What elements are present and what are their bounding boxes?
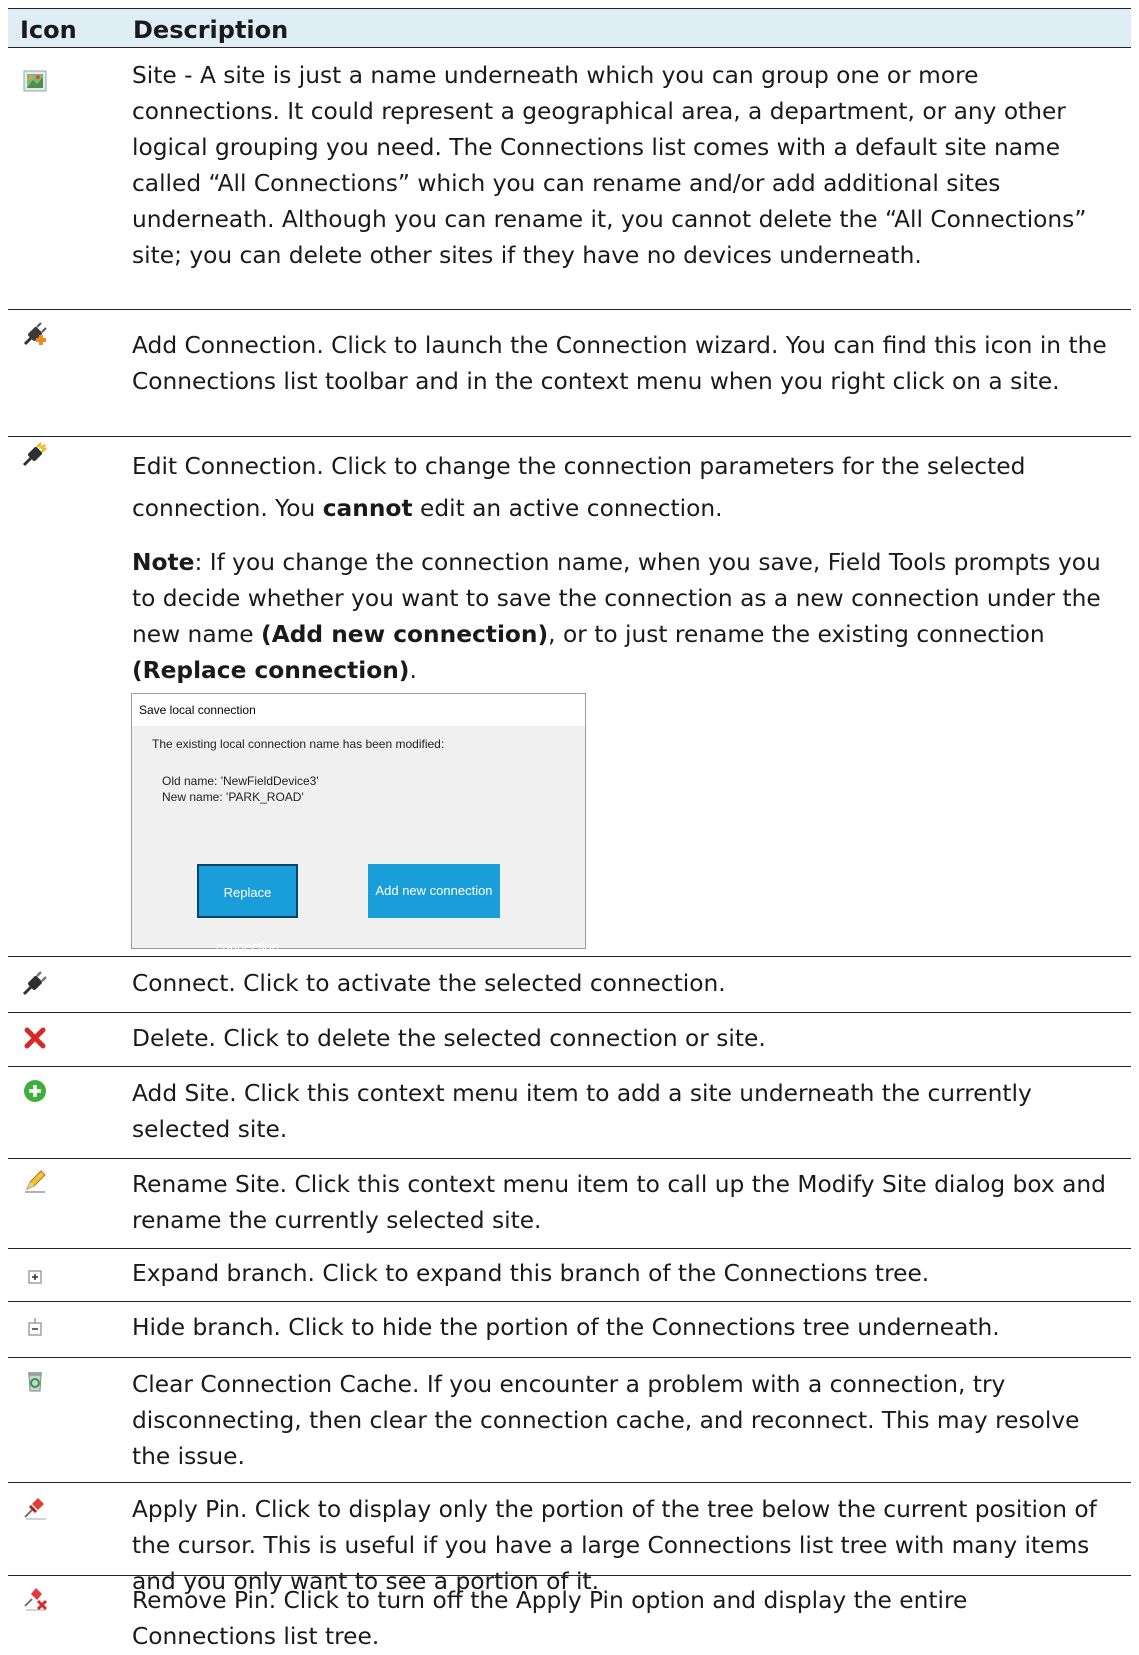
row-divider bbox=[8, 436, 1131, 437]
add-new-connection-button[interactable]: Add new connection bbox=[368, 864, 500, 918]
row-edit-connection-note: Note: If you change the connection name,… bbox=[132, 549, 1101, 684]
apply-pin-icon bbox=[22, 1494, 48, 1520]
dialog-new-name: New name: 'PARK_ROAD' bbox=[162, 790, 304, 804]
save-local-connection-dialog: Save local connection The existing local… bbox=[131, 693, 586, 954]
dialog-message: The existing local connection name has b… bbox=[152, 737, 445, 751]
row-add-connection-text: Add Connection. Click to launch the Conn… bbox=[132, 332, 1107, 395]
site-icon bbox=[22, 68, 48, 94]
remove-pin-icon bbox=[22, 1585, 48, 1611]
row-rename-site-text: Rename Site. Click this context menu ite… bbox=[132, 1171, 1106, 1234]
row-remove-pin-text: Remove Pin. Click to turn off the Apply … bbox=[132, 1587, 968, 1650]
icon-description-table: Icon Description Site - A site is just a… bbox=[0, 0, 1139, 1653]
row-connect-text: Connect. Click to activate the selected … bbox=[132, 970, 726, 997]
row-site-text: Site - A site is just a name underneath … bbox=[132, 62, 1087, 269]
row-divider bbox=[8, 1248, 1131, 1249]
row-divider bbox=[8, 1158, 1131, 1159]
row-divider bbox=[8, 956, 1131, 957]
row-hide-branch-text: Hide branch. Click to hide the portion o… bbox=[132, 1314, 1000, 1341]
row-divider bbox=[8, 1357, 1131, 1358]
row-divider bbox=[8, 1012, 1131, 1013]
expand-branch-icon bbox=[22, 1262, 48, 1288]
add-site-icon bbox=[22, 1078, 48, 1104]
row-divider bbox=[8, 1482, 1131, 1483]
clear-cache-icon bbox=[22, 1368, 48, 1394]
delete-icon bbox=[22, 1025, 48, 1051]
dialog-title: Save local connection bbox=[132, 694, 585, 726]
replace-connection-button[interactable]: Replace connection bbox=[197, 864, 298, 954]
edit-connection-icon bbox=[22, 441, 48, 467]
row-clear-cache-text: Clear Connection Cache. If you encounter… bbox=[132, 1371, 1080, 1470]
add-connection-icon bbox=[22, 321, 48, 347]
row-edit-connection-text: Edit Connection. Click to change the con… bbox=[132, 453, 1026, 522]
header-icon-label: Icon bbox=[20, 16, 77, 44]
header-description-label: Description bbox=[133, 16, 289, 44]
row-delete-text: Delete. Click to delete the selected con… bbox=[132, 1025, 766, 1052]
row-divider bbox=[8, 1066, 1131, 1067]
dialog-old-name: Old name: 'NewFieldDevice3' bbox=[162, 774, 319, 788]
table-header: Icon Description bbox=[8, 8, 1131, 48]
connect-icon bbox=[22, 970, 48, 996]
row-divider bbox=[8, 309, 1131, 310]
row-expand-branch-text: Expand branch. Click to expand this bran… bbox=[132, 1260, 930, 1287]
rename-site-icon bbox=[22, 1168, 48, 1194]
row-divider bbox=[8, 1575, 1131, 1576]
row-divider bbox=[8, 1301, 1131, 1302]
row-add-site-text: Add Site. Click this context menu item t… bbox=[132, 1080, 1032, 1143]
hide-branch-icon bbox=[22, 1314, 48, 1340]
